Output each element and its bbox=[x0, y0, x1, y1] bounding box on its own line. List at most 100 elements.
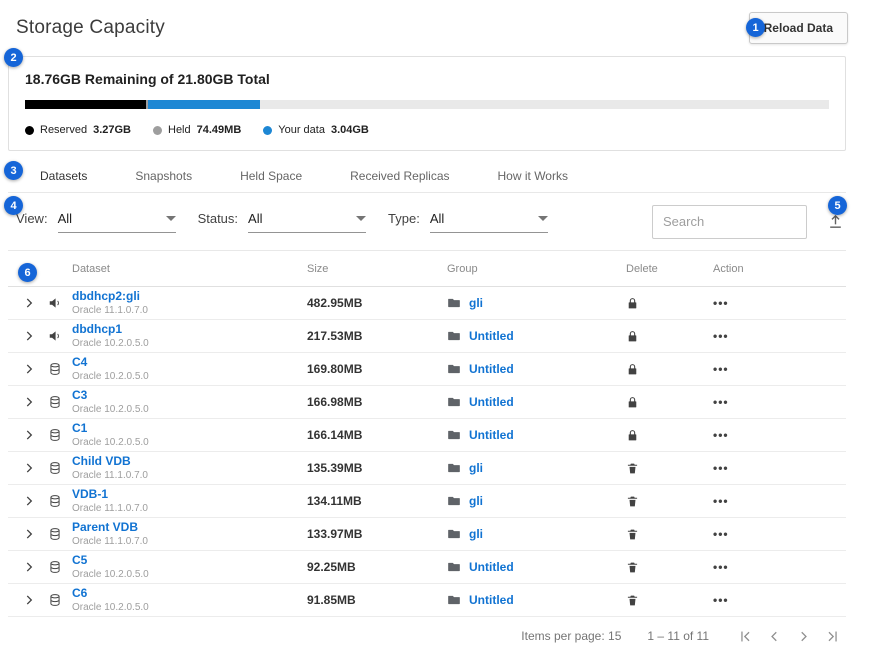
action-menu-button[interactable]: ••• bbox=[713, 362, 729, 376]
dataset-subtitle: Oracle 10.2.0.5.0 bbox=[72, 404, 307, 415]
dataset-name-link[interactable]: C4 bbox=[72, 356, 307, 369]
table-row: C4 Oracle 10.2.0.5.0 169.80MB Untitled •… bbox=[8, 353, 846, 386]
export-icon bbox=[827, 213, 844, 230]
expand-chevron-icon[interactable] bbox=[22, 593, 36, 607]
callout-6: 6 bbox=[18, 263, 37, 282]
database-icon bbox=[48, 461, 62, 475]
reserved-segment bbox=[25, 100, 146, 109]
group-link[interactable]: Untitled bbox=[469, 560, 514, 574]
trash-icon[interactable] bbox=[626, 462, 639, 475]
legend-label: Held bbox=[168, 124, 191, 136]
folder-icon bbox=[447, 593, 461, 607]
chevron-down-icon bbox=[538, 216, 548, 221]
group-link[interactable]: Untitled bbox=[469, 593, 514, 607]
action-menu-button[interactable]: ••• bbox=[713, 527, 729, 541]
status-filter-value: All bbox=[248, 211, 262, 226]
database-icon bbox=[48, 362, 62, 376]
group-link[interactable]: gli bbox=[469, 461, 483, 475]
action-menu-button[interactable]: ••• bbox=[713, 296, 729, 310]
top-bar: Storage Capacity Reload Data bbox=[0, 0, 875, 54]
table-body: dbdhcp2:gli Oracle 11.1.0.7.0 482.95MB g… bbox=[0, 287, 875, 617]
type-filter-select[interactable]: All bbox=[430, 211, 548, 233]
type-filter-value: All bbox=[430, 211, 444, 226]
items-per-page-value[interactable]: 15 bbox=[608, 629, 621, 643]
dataset-name-link[interactable]: C3 bbox=[72, 389, 307, 402]
dataset-name-link[interactable]: C1 bbox=[72, 422, 307, 435]
group-link[interactable]: Untitled bbox=[469, 362, 514, 376]
database-icon bbox=[48, 593, 62, 607]
dataset-name-link[interactable]: C5 bbox=[72, 554, 307, 567]
tab-received-replicas[interactable]: Received Replicas bbox=[326, 159, 473, 193]
action-menu-button[interactable]: ••• bbox=[713, 395, 729, 409]
expand-chevron-icon[interactable] bbox=[22, 461, 36, 475]
tab-held-space[interactable]: Held Space bbox=[216, 159, 326, 193]
expand-chevron-icon[interactable] bbox=[22, 560, 36, 574]
view-filter-select[interactable]: All bbox=[58, 211, 176, 233]
group-link[interactable]: gli bbox=[469, 296, 483, 310]
legend-value: 74.49MB bbox=[197, 124, 242, 136]
column-header-action: Action bbox=[705, 263, 846, 275]
lock-icon bbox=[626, 330, 639, 343]
tab-datasets[interactable]: Datasets bbox=[16, 159, 111, 193]
chevron-down-icon bbox=[356, 216, 366, 221]
folder-icon bbox=[447, 329, 461, 343]
action-menu-button[interactable]: ••• bbox=[713, 494, 729, 508]
lock-icon bbox=[626, 363, 639, 376]
trash-icon[interactable] bbox=[626, 594, 639, 607]
dataset-size: 169.80MB bbox=[307, 362, 447, 376]
expand-chevron-icon[interactable] bbox=[22, 362, 36, 376]
first-page-button[interactable] bbox=[735, 626, 756, 647]
database-icon bbox=[48, 527, 62, 541]
next-page-button[interactable] bbox=[793, 626, 814, 647]
expand-chevron-icon[interactable] bbox=[22, 296, 36, 310]
folder-icon bbox=[447, 527, 461, 541]
folder-icon bbox=[447, 428, 461, 442]
dataset-name-link[interactable]: dbdhcp2:gli bbox=[72, 290, 307, 303]
legend-label: Your data bbox=[278, 124, 325, 136]
trash-icon[interactable] bbox=[626, 561, 639, 574]
status-filter-select[interactable]: All bbox=[248, 211, 366, 233]
dataset-size: 133.97MB bbox=[307, 527, 447, 541]
search-input[interactable] bbox=[652, 205, 807, 239]
expand-chevron-icon[interactable] bbox=[22, 527, 36, 541]
expand-chevron-icon[interactable] bbox=[22, 494, 36, 508]
group-link[interactable]: Untitled bbox=[469, 329, 514, 343]
view-filter: View: All bbox=[16, 211, 176, 233]
database-icon bbox=[48, 395, 62, 409]
dataset-name-link[interactable]: Parent VDB bbox=[72, 521, 307, 534]
dataset-name-link[interactable]: VDB-1 bbox=[72, 488, 307, 501]
group-link[interactable]: gli bbox=[469, 527, 483, 541]
legend-label: Reserved bbox=[40, 124, 87, 136]
callout-3: 3 bbox=[4, 161, 23, 180]
trash-icon[interactable] bbox=[626, 495, 639, 508]
action-menu-button[interactable]: ••• bbox=[713, 560, 729, 574]
dataset-name-link[interactable]: dbdhcp1 bbox=[72, 323, 307, 336]
action-menu-button[interactable]: ••• bbox=[713, 329, 729, 343]
database-icon bbox=[48, 494, 62, 508]
tab-snapshots[interactable]: Snapshots bbox=[111, 159, 216, 193]
last-page-button[interactable] bbox=[822, 626, 843, 647]
dataset-size: 134.11MB bbox=[307, 494, 447, 508]
previous-page-button[interactable] bbox=[764, 626, 785, 647]
dataset-name-link[interactable]: Child VDB bbox=[72, 455, 307, 468]
table-row: dbdhcp1 Oracle 10.2.0.5.0 217.53MB Untit… bbox=[8, 320, 846, 353]
action-menu-button[interactable]: ••• bbox=[713, 428, 729, 442]
expand-chevron-icon[interactable] bbox=[22, 329, 36, 343]
trash-icon[interactable] bbox=[626, 528, 639, 541]
group-link[interactable]: gli bbox=[469, 494, 483, 508]
dataset-subtitle: Oracle 10.2.0.5.0 bbox=[72, 569, 307, 580]
tab-bar: Datasets Snapshots Held Space Received R… bbox=[8, 159, 846, 193]
items-per-page: Items per page: 15 bbox=[521, 629, 621, 643]
callout-5: 5 bbox=[828, 196, 847, 215]
group-link[interactable]: Untitled bbox=[469, 428, 514, 442]
chevron-down-icon bbox=[166, 216, 176, 221]
dataset-name-link[interactable]: C6 bbox=[72, 587, 307, 600]
items-per-page-label: Items per page: bbox=[521, 629, 604, 643]
first-page-icon bbox=[737, 628, 754, 645]
tab-how-it-works[interactable]: How it Works bbox=[474, 159, 592, 193]
action-menu-button[interactable]: ••• bbox=[713, 461, 729, 475]
expand-chevron-icon[interactable] bbox=[22, 428, 36, 442]
action-menu-button[interactable]: ••• bbox=[713, 593, 729, 607]
group-link[interactable]: Untitled bbox=[469, 395, 514, 409]
expand-chevron-icon[interactable] bbox=[22, 395, 36, 409]
